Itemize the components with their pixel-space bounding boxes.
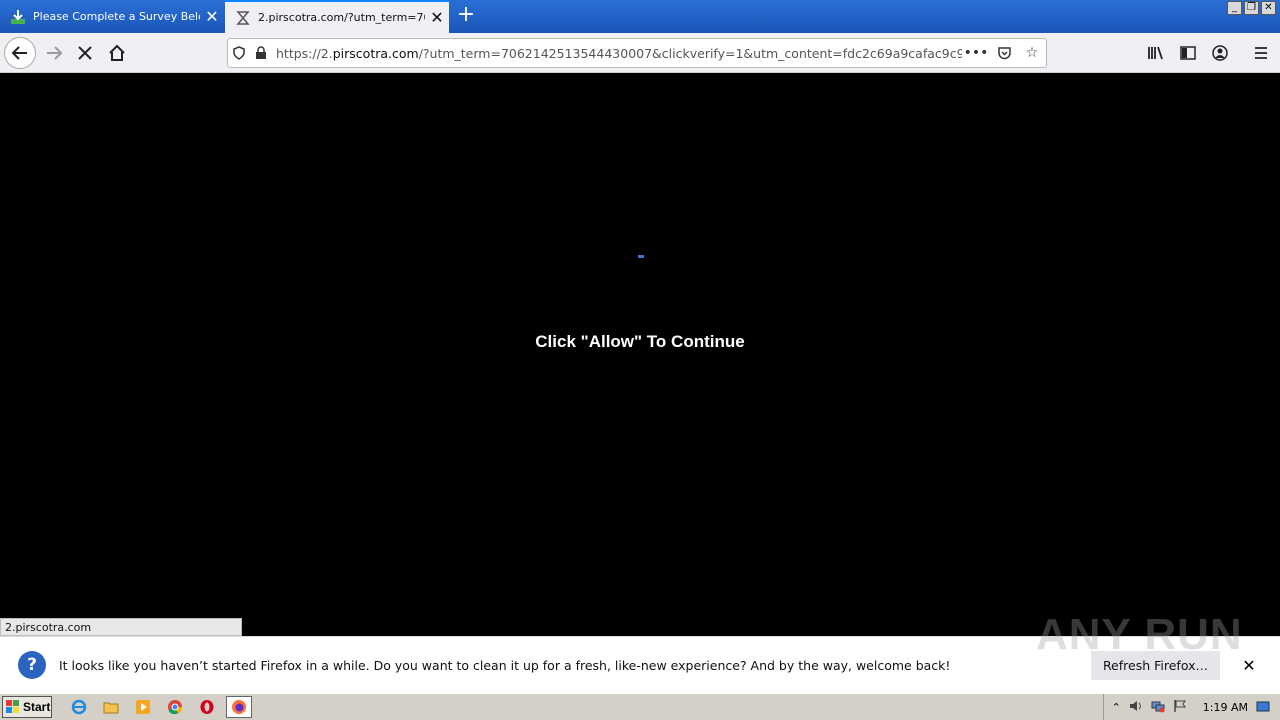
taskbar: Start ⌃ 1:19 AM [0, 693, 1280, 720]
address-bar[interactable]: https://2.pirscotra.com/?utm_term=706214… [227, 38, 1047, 68]
new-tab-button[interactable]: + [452, 4, 480, 28]
system-tray: ⌃ 1:19 AM [1102, 694, 1280, 720]
network-icon[interactable] [1151, 698, 1165, 717]
start-button[interactable]: Start [2, 696, 52, 718]
status-url: 2.pirscotra.com [0, 618, 242, 636]
media-player-icon[interactable] [130, 696, 156, 718]
nav-bar: https://2.pirscotra.com/?utm_term=706214… [0, 33, 1280, 73]
sidebar-icon [1180, 46, 1196, 60]
clock[interactable]: 1:19 AM [1203, 701, 1248, 714]
window-controls: _ ❐ ✕ [1227, 1, 1276, 15]
url-text[interactable]: https://2.pirscotra.com/?utm_term=706214… [276, 46, 962, 61]
tab-survey[interactable]: Please Complete a Survey Below to ✕ [0, 0, 224, 33]
library-icon [1148, 46, 1163, 60]
show-desktop-icon[interactable] [1256, 698, 1270, 717]
back-button[interactable] [4, 37, 36, 69]
start-label: Start [23, 700, 51, 714]
sidebar-button[interactable] [1172, 37, 1204, 69]
chrome-icon[interactable] [162, 696, 188, 718]
url-prefix: https://2. [276, 45, 333, 61]
download-icon [9, 8, 27, 26]
ie-icon[interactable] [66, 696, 92, 718]
opera-icon[interactable] [194, 696, 220, 718]
restore-button[interactable]: ❐ [1244, 1, 1259, 15]
stop-button[interactable] [69, 37, 101, 69]
volume-icon[interactable] [1129, 698, 1143, 717]
windows-logo-icon [6, 700, 19, 713]
lock-icon[interactable] [250, 46, 272, 60]
tab-title: Please Complete a Survey Below to [33, 10, 200, 23]
page-headline: Click "Allow" To Continue [535, 332, 745, 351]
pocket-icon[interactable] [990, 46, 1018, 61]
arrow-left-icon [11, 46, 27, 60]
tab-title: 2.pirscotra.com/?utm_term=7062 [258, 11, 425, 24]
watermark-logo: ANY RUN [1036, 610, 1243, 659]
tab-strip: Please Complete a Survey Below to ✕ 2.pi… [0, 0, 1280, 33]
notification-message: It looks like you haven’t started Firefo… [59, 657, 951, 673]
library-button[interactable] [1140, 37, 1172, 69]
stop-icon [78, 46, 92, 60]
firefox-icon[interactable] [226, 696, 252, 718]
page-actions-icon[interactable]: ••• [962, 45, 990, 61]
close-tab-icon[interactable]: ✕ [425, 9, 449, 26]
home-icon [109, 44, 125, 61]
account-icon [1212, 45, 1228, 61]
tab-pirscotra[interactable]: 2.pirscotra.com/?utm_term=7062 ✕ [225, 0, 449, 33]
arrow-right-icon [47, 46, 63, 60]
screen: Please Complete a Survey Below to ✕ 2.pi… [0, 0, 1280, 720]
close-tab-icon[interactable]: ✕ [200, 8, 224, 25]
action-center-flag-icon[interactable] [1173, 698, 1187, 717]
folder-icon[interactable] [98, 696, 124, 718]
forward-button[interactable] [38, 37, 70, 69]
page-content: Click "Allow" To Continue [0, 74, 1280, 636]
close-window-button[interactable]: ✕ [1261, 1, 1276, 15]
loading-indicator [638, 255, 644, 258]
tracking-shield-icon[interactable] [228, 46, 250, 60]
show-hidden-icons-icon[interactable]: ⌃ [1112, 701, 1121, 714]
bookmark-star-icon[interactable]: ☆ [1018, 45, 1046, 61]
url-rest: /?utm_term=7062142513544430007&clickveri… [418, 45, 962, 61]
question-icon: ? [18, 651, 46, 679]
hourglass-icon [234, 9, 252, 27]
menu-button[interactable] [1245, 37, 1277, 69]
url-host: pirscotra.com [332, 45, 419, 61]
account-button[interactable] [1204, 37, 1236, 69]
minimize-button[interactable]: _ [1227, 1, 1242, 15]
hamburger-icon [1255, 47, 1267, 59]
home-button[interactable] [101, 37, 133, 69]
